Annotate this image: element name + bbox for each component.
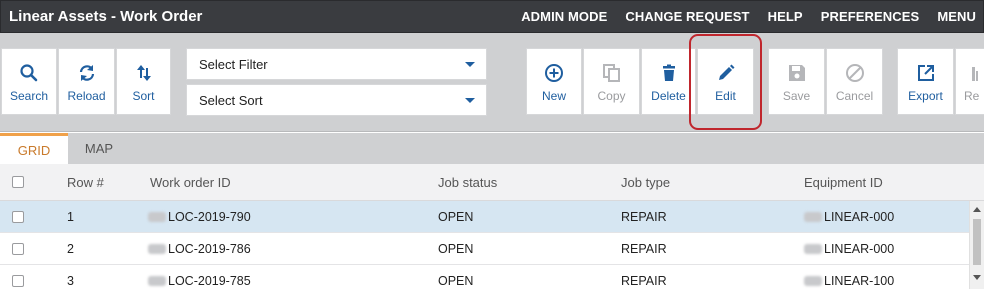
row-checkbox[interactable] bbox=[12, 233, 24, 264]
toolbar: Search Reload Sort Select Filter Select … bbox=[0, 33, 984, 132]
sort-select-value: Select Sort bbox=[199, 92, 263, 108]
reload-label: Reload bbox=[67, 89, 106, 103]
filter-select[interactable]: Select Filter bbox=[186, 48, 487, 80]
delete-button[interactable]: Delete bbox=[641, 48, 696, 115]
redacted-mark bbox=[148, 243, 166, 254]
tab-grid[interactable]: GRID bbox=[0, 133, 68, 164]
top-menu: ADMIN MODE CHANGE REQUEST HELP PREFERENC… bbox=[503, 1, 983, 32]
equipment-id-cell: LINEAR-000 bbox=[804, 233, 894, 264]
filter-select-value: Select Filter bbox=[199, 56, 268, 72]
export-label: Export bbox=[908, 89, 943, 103]
new-button[interactable]: New bbox=[526, 48, 582, 115]
edit-label: Edit bbox=[715, 89, 736, 103]
cancel-label: Cancel bbox=[835, 89, 874, 103]
equipment-id-cell: LINEAR-100 bbox=[804, 265, 894, 289]
work-order-id-cell: LOC-2019-786 bbox=[148, 233, 251, 264]
menu-preferences[interactable]: PREFERENCES bbox=[821, 9, 920, 24]
reload-button[interactable]: Reload bbox=[58, 48, 115, 115]
table-row[interactable]: 1 LOC-2019-790 OPEN REPAIR LINEAR-000 bbox=[0, 201, 969, 233]
pencil-icon bbox=[718, 64, 734, 80]
menu-admin-mode[interactable]: ADMIN MODE bbox=[521, 9, 607, 24]
row-checkbox[interactable] bbox=[12, 265, 24, 289]
menu-help[interactable]: HELP bbox=[768, 9, 803, 24]
equipment-id-cell: LINEAR-000 bbox=[804, 201, 894, 232]
table-row[interactable]: 3 LOC-2019-785 OPEN REPAIR LINEAR-100 bbox=[0, 265, 969, 289]
work-order-grid: Row # Work order ID Job status Job type … bbox=[0, 164, 984, 289]
work-order-id-cell: LOC-2019-790 bbox=[148, 201, 251, 232]
edit-button[interactable]: Edit bbox=[697, 48, 754, 115]
row-number: 1 bbox=[67, 209, 74, 224]
partial-label: Re bbox=[964, 89, 980, 103]
job-type-cell: REPAIR bbox=[621, 274, 667, 288]
report-button-partial[interactable]: Re bbox=[955, 48, 984, 115]
cancel-button[interactable]: Cancel bbox=[826, 48, 883, 115]
column-job-status[interactable]: Job status bbox=[438, 164, 497, 200]
job-type-cell: REPAIR bbox=[621, 209, 667, 224]
tab-map[interactable]: MAP bbox=[68, 133, 130, 164]
redacted-mark bbox=[148, 211, 166, 222]
search-label: Search bbox=[9, 89, 49, 103]
chevron-down-icon bbox=[465, 98, 475, 103]
partial-icon bbox=[972, 67, 978, 81]
column-work-order-id[interactable]: Work order ID bbox=[150, 164, 231, 200]
menu-main[interactable]: MENU bbox=[937, 9, 976, 24]
job-status-cell: OPEN bbox=[438, 209, 474, 224]
redacted-mark bbox=[804, 243, 822, 254]
scroll-thumb[interactable] bbox=[973, 219, 981, 265]
floppy-icon bbox=[788, 65, 805, 81]
copy-icon bbox=[602, 64, 620, 82]
save-label: Save bbox=[782, 89, 811, 103]
sort-label: Sort bbox=[132, 89, 155, 103]
row-number: 2 bbox=[67, 241, 74, 256]
column-job-type[interactable]: Job type bbox=[621, 164, 670, 200]
job-type-cell: REPAIR bbox=[621, 241, 667, 256]
save-button[interactable]: Save bbox=[768, 48, 825, 115]
title-bar: Linear Assets - Work Order ADMIN MODE CH… bbox=[0, 0, 984, 33]
column-row-number[interactable]: Row # bbox=[67, 164, 104, 200]
export-icon bbox=[917, 65, 934, 81]
sort-button[interactable]: Sort bbox=[116, 48, 171, 115]
redacted-mark bbox=[804, 276, 822, 286]
trash-icon bbox=[662, 64, 675, 81]
select-all-checkbox[interactable] bbox=[12, 164, 24, 200]
new-label: New bbox=[541, 89, 566, 103]
view-tabs: GRID MAP bbox=[0, 133, 984, 164]
row-checkbox[interactable] bbox=[12, 201, 24, 232]
cancel-icon bbox=[845, 64, 864, 82]
search-button[interactable]: Search bbox=[1, 48, 57, 115]
job-status-cell: OPEN bbox=[438, 241, 474, 256]
copy-label: Copy bbox=[597, 89, 626, 103]
table-row[interactable]: 2 LOC-2019-786 OPEN REPAIR LINEAR-000 bbox=[0, 233, 969, 265]
redacted-mark bbox=[148, 276, 166, 286]
chevron-down-icon bbox=[465, 62, 475, 67]
plus-circle-icon bbox=[545, 64, 563, 82]
sort-icon bbox=[136, 65, 151, 81]
export-button[interactable]: Export bbox=[897, 48, 954, 115]
job-status-cell: OPEN bbox=[438, 274, 474, 288]
app-title: Linear Assets - Work Order bbox=[9, 8, 203, 25]
scroll-up-arrow-icon[interactable] bbox=[973, 207, 981, 212]
search-icon bbox=[20, 64, 38, 82]
scroll-down-arrow-icon[interactable] bbox=[973, 275, 981, 280]
delete-label: Delete bbox=[651, 89, 686, 103]
copy-button[interactable]: Copy bbox=[583, 48, 640, 115]
column-equipment-id[interactable]: Equipment ID bbox=[804, 164, 883, 200]
sort-select[interactable]: Select Sort bbox=[186, 84, 487, 116]
row-number: 3 bbox=[67, 274, 74, 288]
work-order-id-cell: LOC-2019-785 bbox=[148, 265, 251, 289]
menu-change-request[interactable]: CHANGE REQUEST bbox=[625, 9, 749, 24]
reload-icon bbox=[79, 65, 94, 81]
grid-header: Row # Work order ID Job status Job type … bbox=[0, 164, 984, 201]
grid-scrollbar[interactable] bbox=[969, 201, 984, 289]
redacted-mark bbox=[804, 211, 822, 222]
